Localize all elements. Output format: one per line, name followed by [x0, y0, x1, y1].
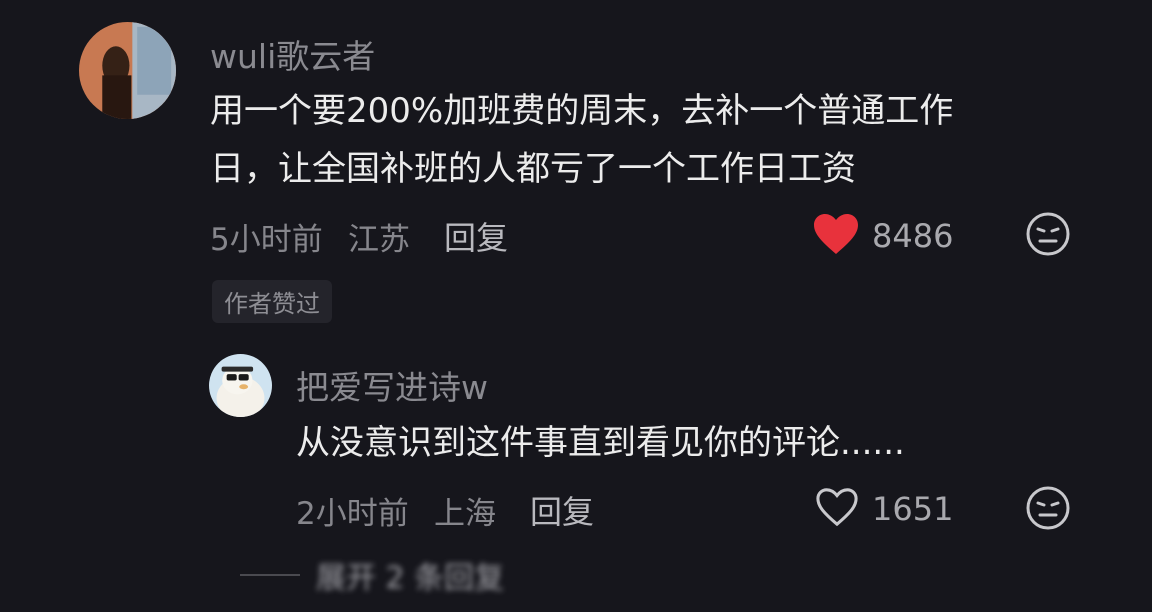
comment-text-line: 日，让全国补班的人都亏了一个工作日工资 — [210, 149, 856, 189]
divider-line — [240, 574, 300, 576]
heart-outline-icon — [814, 486, 860, 532]
comment-text-line: 从没意识到这件事直到看见你的评论...... — [296, 423, 905, 463]
comment-location: 上海 — [434, 496, 496, 532]
expand-replies-label: 展开 2 条回复 — [316, 561, 505, 596]
expand-replies-button[interactable]: 展开 2 条回复 — [240, 553, 504, 597]
neutral-face-icon[interactable] — [1025, 485, 1071, 535]
like-count: 1651 — [872, 490, 954, 528]
author-liked-badge: 作者赞过 — [212, 280, 332, 323]
avatar[interactable] — [209, 354, 272, 417]
comment-username[interactable]: 把爱写进诗w — [296, 361, 488, 409]
like-button[interactable]: 1651 — [814, 486, 953, 532]
heart-filled-icon — [812, 212, 860, 260]
reply-button[interactable]: 回复 — [530, 487, 594, 533]
avatar[interactable] — [79, 22, 176, 119]
neutral-face-icon[interactable] — [1025, 211, 1071, 261]
comment-time: 5小时前 — [210, 222, 323, 258]
comment-text-line: 用一个要200%加班费的周末，去补一个普通工作 — [210, 91, 954, 131]
comment-username[interactable]: wuli歌云者 — [210, 30, 375, 78]
reply-button[interactable]: 回复 — [444, 213, 508, 259]
like-count: 8486 — [872, 217, 954, 255]
comment-time: 2小时前 — [296, 496, 409, 532]
like-button[interactable]: 8486 — [812, 212, 953, 260]
comment-location: 江苏 — [348, 222, 410, 258]
